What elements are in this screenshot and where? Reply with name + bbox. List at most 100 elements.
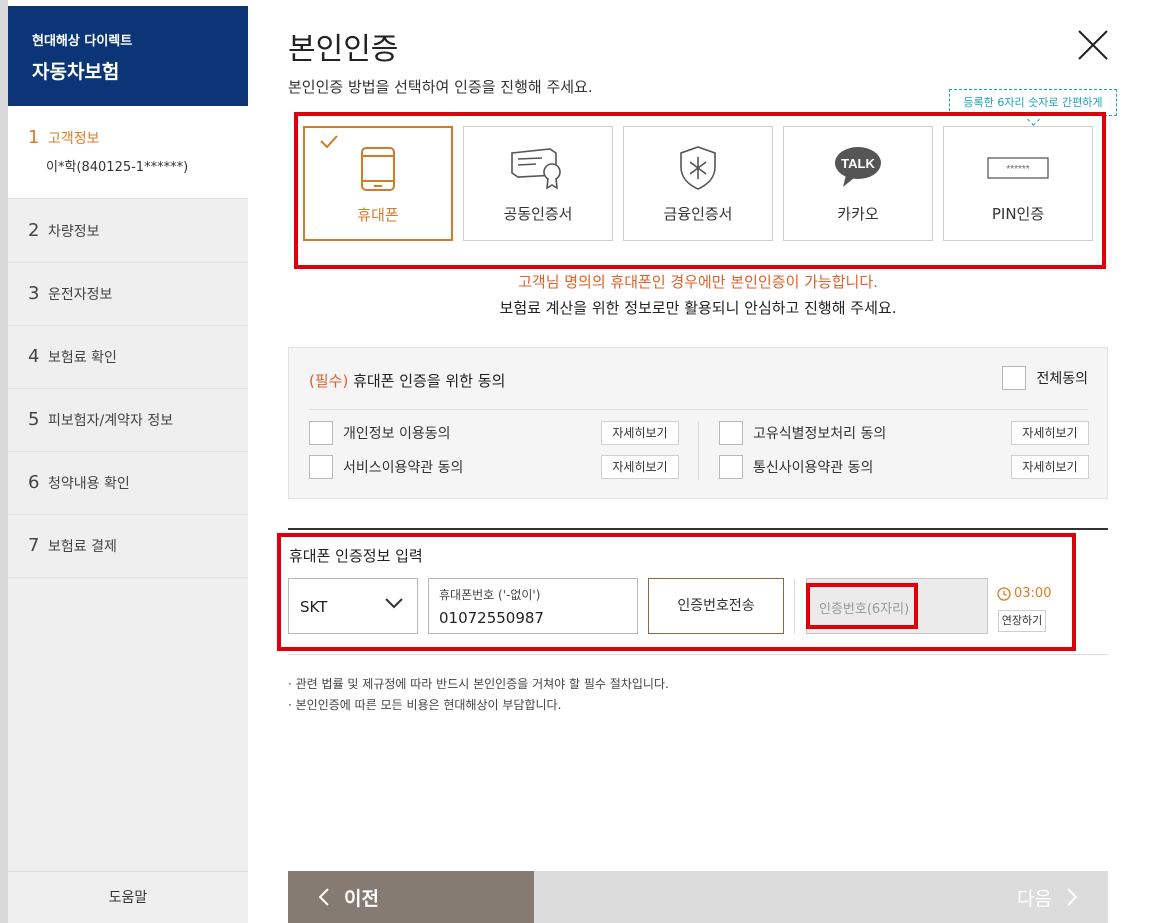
- agree-checkbox[interactable]: [309, 421, 333, 445]
- sidebar-step-premium-check[interactable]: 4 보험료 확인: [8, 325, 248, 389]
- step-label: 피보험자/계약자 정보: [48, 413, 174, 429]
- sidebar-step-customer-info[interactable]: 1 고객정보 이*학(840125-1******): [8, 106, 248, 199]
- agree-checkbox[interactable]: [719, 455, 743, 479]
- method-label: 공동인증서: [503, 205, 573, 223]
- page-title: 본인인증: [288, 32, 399, 67]
- agree-item-label: 개인정보 이용동의: [343, 426, 451, 442]
- agree-item-label: 서비스이용약관 동의: [343, 460, 464, 476]
- agree-all-label: 전체동의: [1036, 371, 1088, 387]
- send-code-button[interactable]: 인증번호전송: [648, 578, 784, 634]
- help-button[interactable]: 도움말: [8, 871, 248, 923]
- sidebar-step-application-check[interactable]: 6 청약내용 확인: [8, 451, 248, 515]
- next-button[interactable]: 다음: [534, 871, 1108, 923]
- section-divider: [288, 654, 1108, 655]
- phone-number-input[interactable]: 휴대폰번호 ('-없이') 01072550987: [428, 578, 638, 634]
- cost-note-text: 본인인증에 따른 모든 비용은 현대해상이 부담합니다.: [295, 698, 562, 712]
- chevron-left-icon: [318, 888, 329, 906]
- brand-header: 현대해상 다이렉트 자동차보험: [8, 6, 248, 106]
- certificate-icon: [511, 148, 561, 190]
- method-kakao-button[interactable]: TALK 카카오: [783, 126, 933, 241]
- sidebar-step-insured-info[interactable]: 5 피보험자/계약자 정보: [8, 388, 248, 452]
- clock-icon: [997, 586, 1011, 601]
- required-tag: (필수): [309, 372, 349, 390]
- method-label: 금융인증서: [663, 205, 733, 223]
- column-divider: [698, 422, 699, 480]
- carrier-value: SKT: [300, 598, 328, 616]
- method-label: 카카오: [837, 205, 879, 223]
- previous-button[interactable]: 이전: [288, 871, 534, 923]
- step-label: 보험료 결제: [48, 539, 117, 555]
- agree-all-toggle[interactable]: 전체동의: [1002, 366, 1088, 390]
- step-number: 4: [28, 346, 40, 367]
- privacy-notice: 보험료 계산을 위한 정보로만 활용되니 안심하고 진행해 주세요.: [499, 299, 897, 317]
- method-financial-cert-button[interactable]: 금융인증서: [623, 126, 773, 241]
- page-subtitle: 본인인증 방법을 선택하여 인증을 진행해 주세요.: [288, 78, 593, 96]
- agree-item-carrier-terms[interactable]: 통신사이용약관 동의: [719, 455, 873, 479]
- legal-note-text: 관련 법률 및 제규정에 따라 반드시 본인인증을 거쳐야 할 필수 절차입니다…: [295, 677, 669, 691]
- previous-label: 이전: [344, 887, 379, 910]
- sidebar-step-driver-info[interactable]: 3 운전자정보: [8, 262, 248, 326]
- chevron-down-icon: [385, 598, 403, 609]
- chevron-right-icon: [1067, 888, 1078, 906]
- brand-title: 자동차보험: [32, 61, 120, 83]
- step-number: 6: [28, 472, 40, 493]
- step-number: 3: [28, 283, 40, 304]
- agree-item-unique-id[interactable]: 고유식별정보처리 동의: [719, 421, 886, 445]
- highlight-box-code: [806, 583, 918, 629]
- brand-subtitle: 현대해상 다이렉트: [32, 34, 133, 49]
- divider: [794, 578, 795, 634]
- kakao-talk-icon: TALK: [835, 147, 881, 187]
- agree-item-label: 고유식별정보처리 동의: [753, 426, 887, 442]
- agree-item-label: 통신사이용약관 동의: [753, 460, 874, 476]
- shield-key-icon: [680, 146, 716, 190]
- phone-number-value: 01072550987: [439, 609, 544, 627]
- method-label: PIN인증: [991, 205, 1045, 223]
- step-number: 5: [28, 409, 40, 430]
- next-label: 다음: [1017, 887, 1052, 910]
- sidebar: 현대해상 다이렉트 자동차보험 1 고객정보 이*학(840125-1*****…: [8, 6, 248, 923]
- close-button[interactable]: [1076, 28, 1110, 62]
- step-label: 보험료 확인: [48, 350, 117, 366]
- timer-value: 03:00: [1014, 586, 1052, 601]
- agree-all-checkbox[interactable]: [1002, 366, 1027, 390]
- agree-checkbox[interactable]: [309, 455, 333, 479]
- agree-checkbox[interactable]: [719, 421, 743, 445]
- detail-button-unique-id[interactable]: 자세히보기: [1011, 421, 1089, 445]
- carrier-select[interactable]: SKT: [288, 578, 418, 634]
- window-edge: [0, 0, 8, 923]
- step-label: 운전자정보: [48, 287, 113, 303]
- sidebar-step-payment[interactable]: 7 보험료 결제: [8, 514, 248, 578]
- agreement-title-text: 휴대폰 인증을 위한 동의: [348, 372, 506, 390]
- step-number: 7: [28, 535, 40, 556]
- close-icon: [1078, 30, 1108, 60]
- mobile-owner-notice: 고객님 명의의 휴대폰인 경우에만 본인인증이 가능합니다.: [518, 273, 878, 291]
- detail-button-privacy[interactable]: 자세히보기: [601, 421, 679, 445]
- kakao-icon-text: TALK: [841, 156, 875, 171]
- agree-item-privacy[interactable]: 개인정보 이용동의: [309, 421, 451, 445]
- agreement-panel: (필수) 휴대폰 인증을 위한 동의 전체동의 개인정보 이용동의 자세히보기 …: [288, 347, 1108, 499]
- pin-code-icon: ******: [987, 157, 1049, 179]
- step-label: 청약내용 확인: [48, 476, 130, 492]
- step-label: 차량정보: [48, 224, 100, 240]
- method-certificate-button[interactable]: 공동인증서: [463, 126, 613, 241]
- divider: [309, 409, 1088, 410]
- step-number: 2: [28, 220, 40, 241]
- detail-button-service-terms[interactable]: 자세히보기: [601, 455, 679, 479]
- mobile-phone-icon: [361, 147, 395, 191]
- countdown-timer: 03:00: [997, 586, 1051, 601]
- pin-icon-text: ******: [1006, 164, 1029, 175]
- cost-note: · 본인인증에 따른 모든 비용은 현대해상이 부담합니다.: [288, 698, 562, 712]
- agree-item-service-terms[interactable]: 서비스이용약관 동의: [309, 455, 463, 479]
- method-pin-button[interactable]: ****** PIN인증: [943, 126, 1093, 241]
- method-mobile-button[interactable]: 휴대폰: [303, 126, 453, 241]
- customer-summary: 이*학(840125-1******): [46, 160, 189, 175]
- extend-timer-button[interactable]: 연장하기: [998, 610, 1046, 632]
- sidebar-step-vehicle-info[interactable]: 2 차량정보: [8, 199, 248, 263]
- step-number: 1: [28, 127, 40, 148]
- agreement-title: (필수) 휴대폰 인증을 위한 동의: [309, 370, 505, 391]
- phone-number-label: 휴대폰번호 ('-없이'): [439, 588, 541, 602]
- input-section-title: 휴대폰 인증정보 입력: [289, 547, 423, 565]
- section-divider: [288, 528, 1108, 530]
- page-root: 현대해상 다이렉트 자동차보험 1 고객정보 이*학(840125-1*****…: [0, 0, 1149, 923]
- detail-button-carrier-terms[interactable]: 자세히보기: [1011, 455, 1089, 479]
